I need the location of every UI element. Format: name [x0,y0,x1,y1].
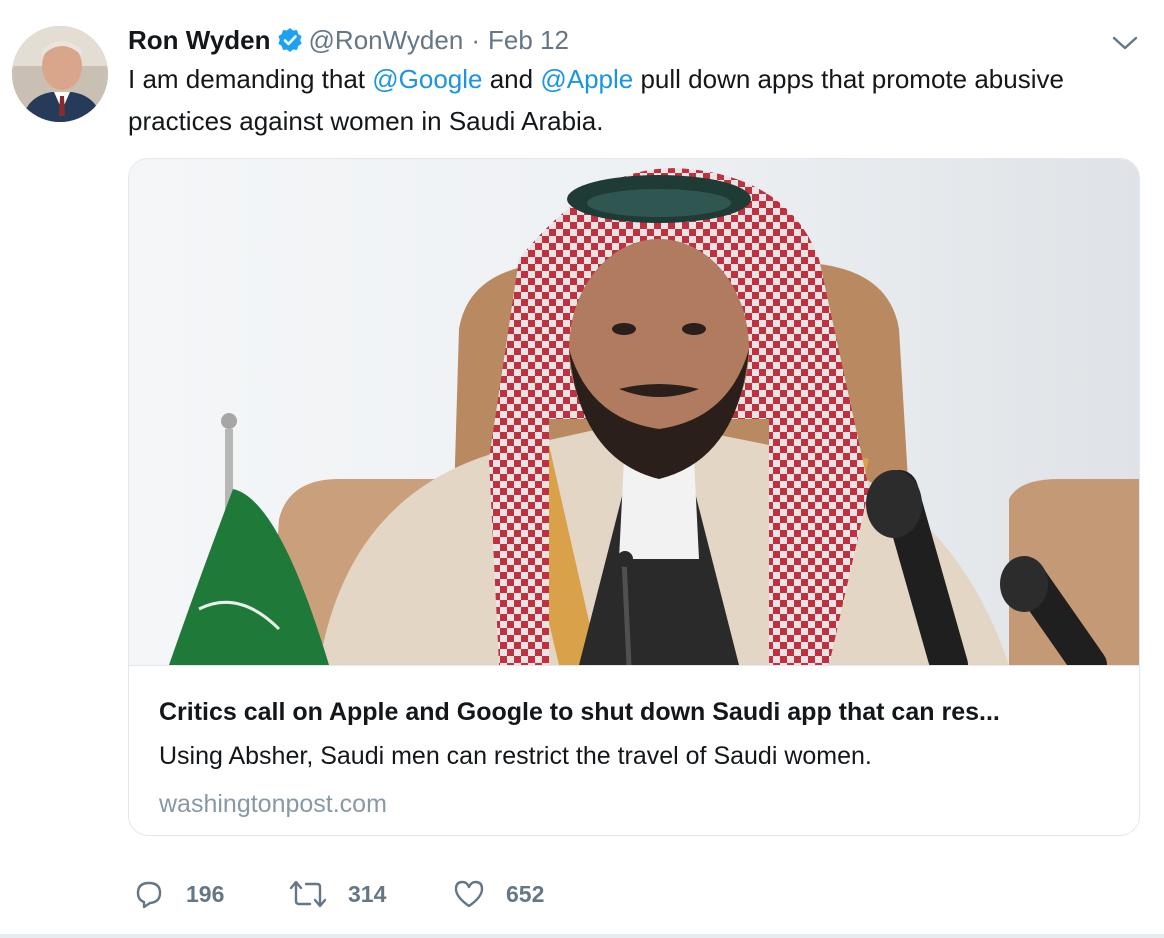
tweet-text-part: and [482,64,541,94]
reply-button[interactable]: 196 [132,874,224,914]
tweet-text-part: I am demanding that [128,64,373,94]
card-body[interactable]: Critics call on Apple and Google to shut… [129,665,1139,835]
retweet-count: 314 [348,880,387,907]
tweet-text: I am demanding that @Google and @Apple p… [128,58,1148,142]
author-handle[interactable]: @RonWyden [309,25,464,56]
card-title[interactable]: Critics call on Apple and Google to shut… [159,698,1119,727]
chevron-down-icon[interactable] [1108,30,1142,56]
reply-icon [136,881,162,909]
tweet[interactable]: Ron Wyden @RonWyden · Feb 12 I am demand… [0,0,1164,938]
divider [0,934,1164,938]
tweet-date[interactable]: Feb 12 [488,25,569,56]
like-count: 652 [506,880,545,907]
link-card[interactable]: Critics call on Apple and Google to shut… [128,158,1140,836]
separator-dot: · [471,24,480,55]
heart-icon [454,880,484,908]
retweet-icon [289,880,327,908]
reply-count: 196 [186,880,225,907]
card-domain: washingtonpost.com [159,790,387,818]
mention-link-apple[interactable]: @Apple [540,64,633,94]
retweet-button[interactable]: 314 [288,874,386,914]
card-description: Using Absher, Saudi men can restrict the… [159,742,872,770]
mention-link-google[interactable]: @Google [372,64,482,94]
verified-badge-icon [277,27,303,53]
author-name[interactable]: Ron Wyden [128,25,271,56]
like-button[interactable]: 652 [452,874,544,914]
tweet-header: Ron Wyden @RonWyden · Feb 12 [128,22,569,58]
card-image[interactable] [129,159,1139,665]
avatar[interactable] [12,26,108,122]
